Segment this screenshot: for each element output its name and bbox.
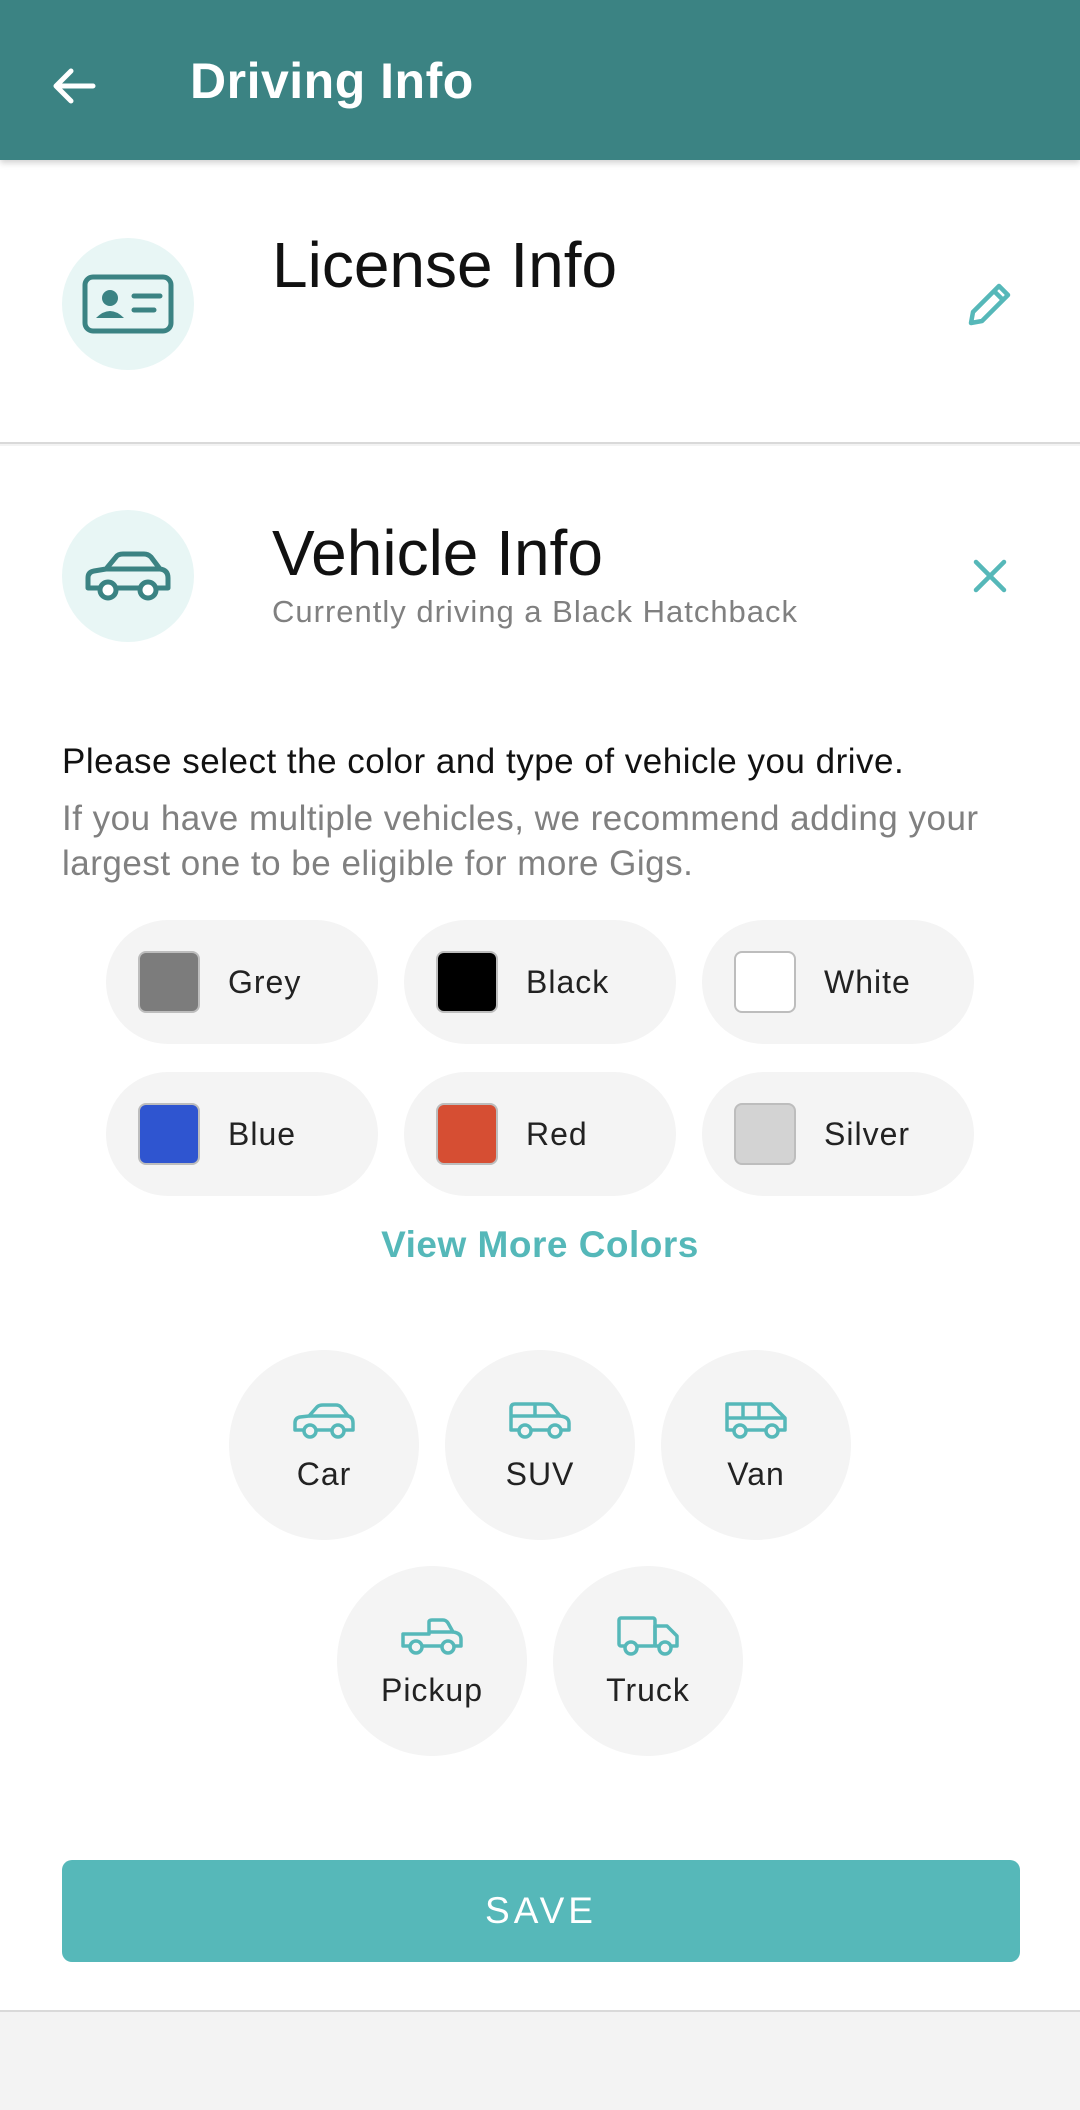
vehicle-instruction-sub: If you have multiple vehicles, we recomm… [62, 799, 979, 883]
back-button[interactable] [48, 60, 100, 112]
vehicle-info-card: Vehicle Info Currently driving a Black H… [0, 446, 1080, 2012]
vehicle-type-label: SUV [505, 1455, 575, 1492]
vehicle-type-truck[interactable]: Truck [553, 1566, 743, 1756]
car-icon [85, 551, 171, 601]
vehicle-type-label: Car [296, 1455, 352, 1492]
car-icon [293, 1402, 355, 1439]
color-swatch [138, 951, 200, 1013]
color-swatch [734, 951, 796, 1013]
color-option-silver[interactable]: Silver [702, 1072, 974, 1196]
view-more-colors-link[interactable]: View More Colors [0, 1224, 1080, 1266]
vehicle-type-row: Pickup Truck [0, 1566, 1080, 1756]
page-title: Driving Info [190, 53, 474, 109]
color-label: Red [526, 1115, 588, 1152]
color-label: Silver [824, 1115, 911, 1152]
vehicle-type-suv[interactable]: SUV [445, 1350, 635, 1540]
vehicle-info-subtitle: Currently driving a Black Hatchback [272, 594, 799, 629]
color-label: Blue [228, 1115, 297, 1152]
color-label: Grey [228, 963, 302, 1000]
van-icon [725, 1401, 787, 1439]
vehicle-type-row: Car SUV Van [0, 1350, 1080, 1540]
save-button[interactable]: SAVE [62, 1860, 1020, 1962]
color-swatch [436, 1103, 498, 1165]
app-bar: Driving Info [0, 0, 1080, 160]
pencil-icon [968, 283, 1011, 326]
color-options: Grey Black White Blue Red Silver [106, 920, 976, 1196]
color-option-red[interactable]: Red [404, 1072, 676, 1196]
close-vehicle-button[interactable] [964, 550, 1016, 602]
edit-license-button[interactable] [964, 278, 1016, 330]
color-swatch [734, 1103, 796, 1165]
truck-icon [617, 1615, 679, 1656]
license-icon-circle [62, 238, 194, 370]
color-label: Black [526, 963, 610, 1000]
vehicle-type-van[interactable]: Van [661, 1350, 851, 1540]
vehicle-instruction: Please select the color and type of vehi… [62, 742, 905, 781]
vehicle-type-pickup[interactable]: Pickup [337, 1566, 527, 1756]
vehicle-info-title: Vehicle Info [272, 517, 603, 589]
close-icon [973, 559, 1007, 593]
arrow-left-icon [53, 68, 96, 104]
license-info-title: License Info [272, 229, 618, 301]
color-option-grey[interactable]: Grey [106, 920, 378, 1044]
license-info-card: License Info [0, 160, 1080, 444]
color-label: White [824, 963, 911, 1000]
vehicle-type-label: Pickup [380, 1671, 484, 1708]
vehicle-type-label: Truck [606, 1671, 690, 1708]
vehicle-type-car[interactable]: Car [229, 1350, 419, 1540]
id-card-icon [82, 274, 174, 334]
app-root: Driving Info License Info Vehicle Info C… [0, 0, 1080, 2110]
color-swatch [436, 951, 498, 1013]
suv-icon [509, 1401, 571, 1439]
pickup-icon [401, 1617, 463, 1655]
color-option-white[interactable]: White [702, 920, 974, 1044]
vehicle-type-label: Van [727, 1455, 785, 1492]
color-option-blue[interactable]: Blue [106, 1072, 378, 1196]
color-swatch [138, 1103, 200, 1165]
vehicle-icon-circle [62, 510, 194, 642]
color-option-black[interactable]: Black [404, 920, 676, 1044]
